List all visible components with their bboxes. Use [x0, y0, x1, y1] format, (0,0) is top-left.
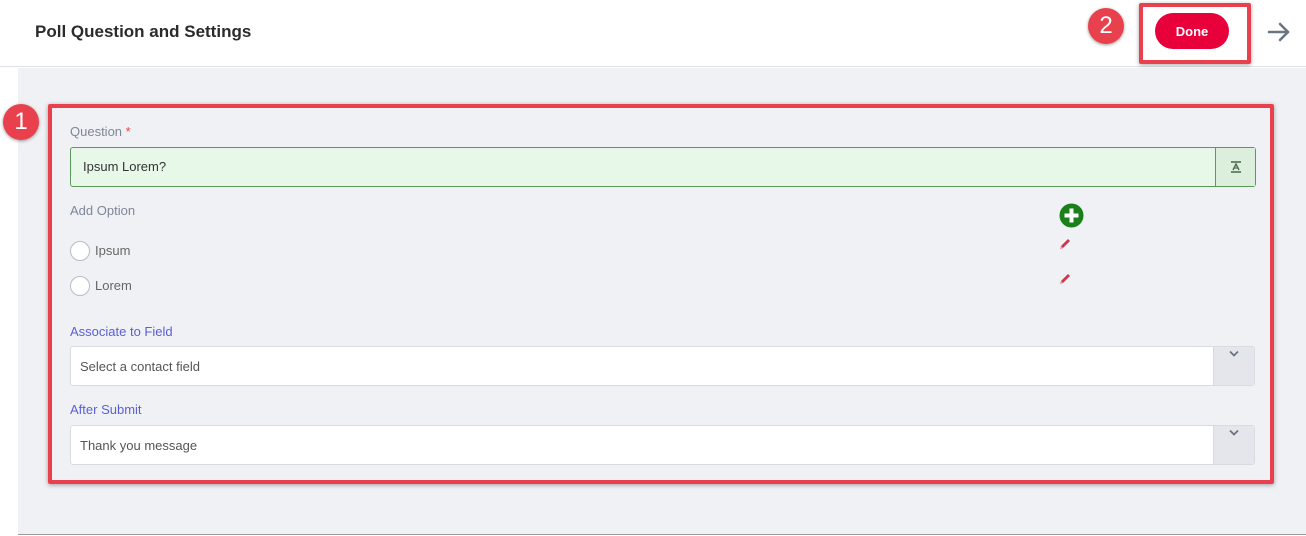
form-highlight-box: [48, 104, 1274, 484]
done-button[interactable]: Done: [1155, 13, 1229, 49]
annotation-badge-1: 1: [3, 104, 39, 140]
arrow-right-icon[interactable]: [1266, 19, 1292, 45]
annotation-badge-2: 2: [1088, 8, 1124, 44]
page-title: Poll Question and Settings: [35, 22, 252, 41]
